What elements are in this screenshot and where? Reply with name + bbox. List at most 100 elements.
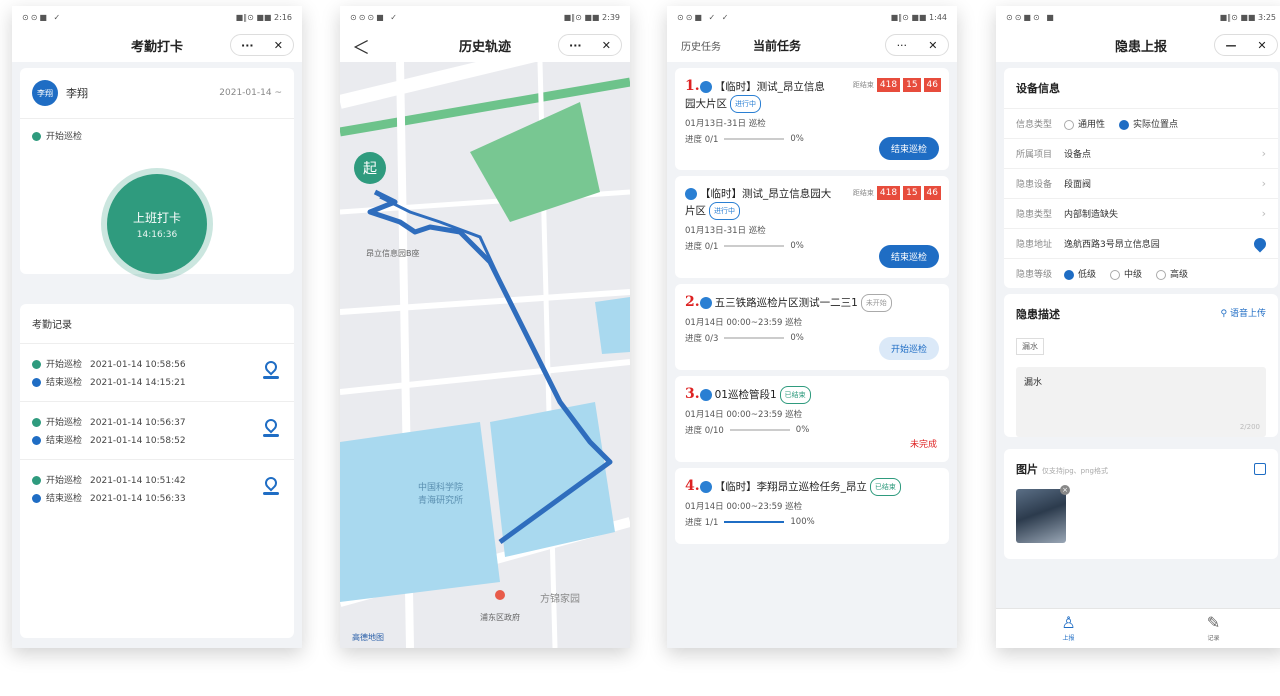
radio-high[interactable]	[1156, 269, 1167, 280]
record-time: 2021-01-14 10:58:52	[90, 436, 186, 446]
countdown-days: 418	[876, 78, 901, 92]
punch-time: 14:16:36	[136, 229, 178, 240]
more-button[interactable]: ···	[569, 39, 582, 52]
description-text: 漏水	[1024, 378, 1043, 388]
status-bar: ⊙⊙■⊙ ■ ■∥⊙ ■■ 3:25	[996, 6, 1280, 28]
description-textarea[interactable]: 漏水 2/200	[1016, 367, 1266, 437]
radio-mid[interactable]	[1110, 269, 1121, 280]
task-title: 01巡检管段1	[714, 389, 777, 401]
photo-card: 图片 仅支持jpg、png格式 ×	[1004, 449, 1278, 559]
start-dot-icon	[32, 418, 41, 427]
info-type-row: 信息类型 通用性 实际位置点	[1004, 108, 1278, 138]
progress-bar	[724, 337, 785, 339]
section-title: 隐患描述	[1016, 308, 1060, 321]
tab-records[interactable]: ✎ 记录	[1141, 609, 1280, 648]
radio-label: 中级	[1124, 270, 1143, 280]
progress-bar	[724, 245, 785, 247]
end-dot-icon	[32, 378, 41, 387]
alarm-icon: ♙	[1061, 613, 1076, 632]
phone-current-tasks: ⊙⊙■ ✓ ✓ ■∥⊙ ■■ 1:44 历史任务 当前任务 ··· ✕ 距结束 418…	[667, 6, 957, 648]
countdown-hours: 15	[903, 78, 921, 92]
user-name: 李翔	[66, 87, 88, 100]
more-button[interactable]: ···	[241, 39, 254, 52]
record-label: 开始巡检	[46, 418, 83, 428]
status-badge: 进行中	[709, 202, 740, 220]
hazard-type-row[interactable]: 隐患类型 内部制造缺失 ›	[1004, 198, 1278, 228]
more-button[interactable]: ···	[897, 39, 908, 52]
close-button[interactable]: ✕	[1257, 39, 1266, 52]
map-view[interactable]: 起 昂立信息园B座 中国科学院 青海研究所 高德地图 浦东区政府 方锦家园	[340, 25, 630, 648]
tab-current[interactable]: 当前任务	[753, 37, 801, 54]
task-card[interactable]: 距结束 418 15 46 1. 【临时】测试_昂立信息园大片区 进行中 01月13日-3…	[675, 68, 949, 170]
end-dot-icon	[32, 494, 41, 503]
status-time: ■∥⊙ ■■ 2:39	[563, 12, 620, 22]
records-title: 考勤记录	[20, 304, 294, 344]
photo-thumbnail[interactable]: ×	[1016, 485, 1070, 543]
device-row[interactable]: 隐患设备 段面阀 ›	[1004, 168, 1278, 198]
radio-low[interactable]	[1064, 269, 1074, 280]
task-card[interactable]: 距结束 418 15 46 【临时】测试_昂立信息园大片区 进行中 01月13日-31日…	[675, 176, 949, 278]
char-count: 2/200	[1239, 423, 1260, 431]
close-button[interactable]: ✕	[928, 39, 937, 52]
chevron-right-icon: ›	[1261, 207, 1266, 220]
radio-generic[interactable]	[1064, 119, 1074, 130]
punch-button[interactable]: 上班打卡 14:16:36	[107, 174, 207, 274]
date-selector[interactable]: 2021-01-14 ~	[219, 88, 282, 98]
close-button[interactable]: ✕	[274, 39, 283, 52]
remove-photo-icon[interactable]: ×	[1060, 485, 1070, 495]
page-title: 考勤打卡	[130, 39, 183, 55]
status-bar: ⊙⊙⊙■ ✓ ■∥⊙ ■■ 2:39	[340, 6, 630, 28]
close-button[interactable]: ✕	[602, 39, 611, 52]
start-inspection-button[interactable]: 开始巡检	[878, 337, 939, 360]
field-label: 隐患地址	[1016, 240, 1053, 250]
task-card[interactable]: 4. 【临时】李翔昂立巡检任务_昂立 已结束 01月14日 00:00~23:59 …	[675, 468, 949, 544]
status-dot-icon	[32, 132, 41, 141]
location-icon[interactable]	[1251, 235, 1269, 252]
record-time: 2021-01-14 14:15:21	[90, 378, 186, 388]
status-badge: 已结束	[779, 386, 811, 404]
task-time: 01月14日 00:00~23:59 巡检	[685, 502, 803, 512]
radio-location[interactable]	[1119, 119, 1130, 130]
field-value: 内部制造缺失	[1064, 210, 1119, 220]
punch-card: 李翔 李翔 2021-01-14 ~ 开始巡检 上班打卡 14:16:36	[20, 68, 294, 274]
voice-upload-button[interactable]: ⚲ 语音上传	[1221, 306, 1266, 322]
chevron-right-icon: ›	[1261, 177, 1266, 190]
address-row[interactable]: 隐患地址 逸航西路3号昂立信息园	[1004, 228, 1278, 258]
punch-label: 上班打卡	[132, 210, 181, 225]
image-upload-icon[interactable]	[1254, 463, 1266, 475]
quick-tag[interactable]: 漏水	[1016, 338, 1044, 355]
project-row[interactable]: 所属项目 设备点 ›	[1004, 138, 1278, 168]
radio-label: 通用性	[1078, 120, 1106, 130]
progress-bar	[724, 138, 785, 140]
voice-upload-label: 语音上传	[1229, 309, 1266, 319]
map-logo: 高德地图	[352, 633, 384, 642]
section-title: 设备信息	[1016, 82, 1060, 95]
radio-label: 实际位置点	[1133, 120, 1179, 130]
start-dot-icon	[32, 476, 41, 485]
start-marker[interactable]: 起	[354, 152, 386, 184]
tab-report[interactable]: ♙ 上报	[996, 609, 1141, 648]
task-tabs: 历史任务 当前任务 ··· ✕	[667, 28, 957, 62]
status-line: 开始巡检	[20, 119, 294, 152]
status-icons: ⊙⊙■⊙ ■	[1006, 12, 1056, 22]
mini-capsule: ··· ✕	[230, 34, 294, 56]
nav-bar: 隐患上报 — ✕	[996, 28, 1280, 62]
end-inspection-button[interactable]: 结束巡检	[878, 137, 939, 160]
back-icon[interactable]: ＜	[352, 34, 370, 60]
incomplete-status: 未完成	[909, 440, 937, 450]
location-pin-icon[interactable]	[262, 416, 280, 443]
task-progress: 进度 0/10 0%	[685, 424, 939, 436]
radio-label: 高级	[1170, 270, 1189, 280]
end-inspection-button[interactable]: 结束巡检	[878, 245, 939, 268]
task-card[interactable]: 3. 01巡检管段1 已结束 01月14日 00:00~23:59 巡检 进度 0/…	[675, 376, 949, 462]
task-card[interactable]: 2. 五三铁路巡检片区测试一二三1 未开始 01月14日 00:00~23:59 巡…	[675, 284, 949, 370]
location-pin-icon[interactable]	[262, 474, 280, 501]
minimize-button[interactable]: —	[1225, 39, 1236, 52]
countdown-label: 距结束	[852, 81, 874, 89]
record-label: 结束巡检	[46, 436, 83, 446]
progress-text: 进度 0/1	[685, 242, 719, 252]
annotation-number: 1.	[685, 78, 700, 94]
tab-history[interactable]: 历史任务	[681, 38, 721, 53]
location-pin-icon[interactable]	[262, 358, 280, 385]
record-item: 开始巡检 2021-01-14 10:58:56 结束巡检 2021-01-14 1…	[20, 344, 294, 402]
